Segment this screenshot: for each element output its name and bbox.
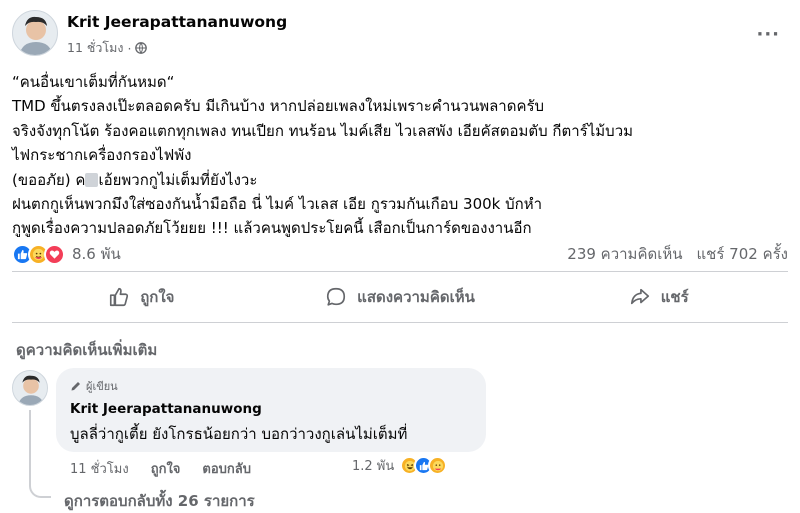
love-reaction-icon xyxy=(44,243,65,265)
post-line: TMD ขึ้นตรงลงเป๊ะตลอดครับ มีเกินบ้าง หาก… xyxy=(12,97,545,116)
share-arrow-icon xyxy=(630,288,649,305)
speech-bubble-icon xyxy=(327,287,346,306)
reaction-summary[interactable]: 8.6 พัน xyxy=(12,242,121,266)
thumbs-up-icon xyxy=(110,287,129,307)
post-time[interactable]: 11 ชั่วโมง xyxy=(67,38,123,58)
more-dots-icon[interactable]: ··· xyxy=(756,24,780,45)
post-line-prefix: (ขออภัย) ค xyxy=(12,170,86,189)
comment-reaction-summary[interactable]: 1.2 พัน xyxy=(352,455,448,476)
globe-icon[interactable] xyxy=(135,42,148,54)
comment-button-label: แสดงความคิดเห็น xyxy=(357,288,475,306)
comment-button[interactable]: แสดงความคิดเห็น xyxy=(271,278,530,316)
comment-time[interactable]: 11 ชั่วโมง xyxy=(70,458,129,479)
view-replies-link[interactable]: ดูการตอบกลับทั้ง 26 รายการ xyxy=(64,489,255,513)
post-body: “คนอื่นเขาเต็มที่กันหมด“ TMD ขึ้นตรงลงเป… xyxy=(12,70,788,241)
divider xyxy=(12,322,788,323)
post-header: Krit Jeerapattananuwong 11 ชั่วโมง · ··· xyxy=(12,10,788,62)
comment-reply-button[interactable]: ตอบกลับ xyxy=(202,458,251,479)
comment-like-button[interactable]: ถูกใจ xyxy=(151,458,181,479)
share-count[interactable]: แชร์ 702 ครั้ง xyxy=(697,242,789,266)
view-more-comments-link[interactable]: ดูความคิดเห็นเพิ่มเติม xyxy=(16,338,157,362)
post-line-suffix: เอ้ยพวกกูไม่เต็มที่ยังไงวะ xyxy=(98,170,258,189)
share-button-label: แชร์ xyxy=(660,288,689,306)
like-button-label: ถูกใจ xyxy=(140,288,175,306)
comment-bubble: ผู้เขียน Krit Jeerapattananuwong บูลลี่ว… xyxy=(56,368,486,452)
divider xyxy=(12,271,788,272)
censor-mark xyxy=(85,172,99,187)
post-line: (ขออภัย) ค เอ้ยพวกกูไม่เต็มที่ยังไงวะ xyxy=(12,168,788,192)
stats-right: 239 ความคิดเห็น แชร์ 702 ครั้ง xyxy=(567,242,788,266)
care-reaction-icon xyxy=(428,456,448,475)
post-line: ไฟกระชากเครื่องกรองไฟพัง xyxy=(12,146,192,165)
comment-count[interactable]: 239 ความคิดเห็น xyxy=(567,242,682,266)
post-author-name[interactable]: Krit Jeerapattananuwong xyxy=(67,13,287,31)
reply-thread-line xyxy=(29,410,51,498)
post-meta: 11 ชั่วโมง · xyxy=(67,38,148,58)
author-avatar[interactable] xyxy=(12,10,58,56)
comment-author-name[interactable]: Krit Jeerapattananuwong xyxy=(70,401,262,417)
comment-reaction-count: 1.2 พัน xyxy=(352,459,395,474)
comment-avatar[interactable] xyxy=(12,370,48,406)
post-line: จริงจังทุกโน้ต ร้องคอแตกทุกเพลง ทนเปียก … xyxy=(12,121,633,140)
post-stats: 8.6 พัน 239 ความคิดเห็น แชร์ 702 ครั้ง xyxy=(12,242,788,266)
comment-text: บูลลี่ว่ากูเตี้ย ยังโกรธน้อยกว่า บอกว่าว… xyxy=(70,425,408,443)
author-badge: ผู้เขียน xyxy=(70,377,118,395)
reaction-count[interactable]: 8.6 พัน xyxy=(72,242,121,266)
author-badge-label: ผู้เขียน xyxy=(86,380,118,393)
like-button[interactable]: ถูกใจ xyxy=(12,278,271,316)
share-button[interactable]: แชร์ xyxy=(529,278,788,316)
comment-meta: 11 ชั่วโมง ถูกใจ ตอบกลับ xyxy=(70,458,251,479)
post-line: กูพูดเรื่องความปลอดภัยโว้ยยย !!! แล้วคนพ… xyxy=(12,219,532,238)
pencil-icon xyxy=(71,382,80,391)
post-line: “คนอื่นเขาเต็มที่กันหมด“ xyxy=(12,73,175,91)
post-line: ฝนตกกูเห็นพวกมึงใส่ซองกันน้ำมือถือ นี่ ไ… xyxy=(12,195,543,214)
post-actions: ถูกใจ แสดงความคิดเห็น แชร์ xyxy=(12,278,788,316)
